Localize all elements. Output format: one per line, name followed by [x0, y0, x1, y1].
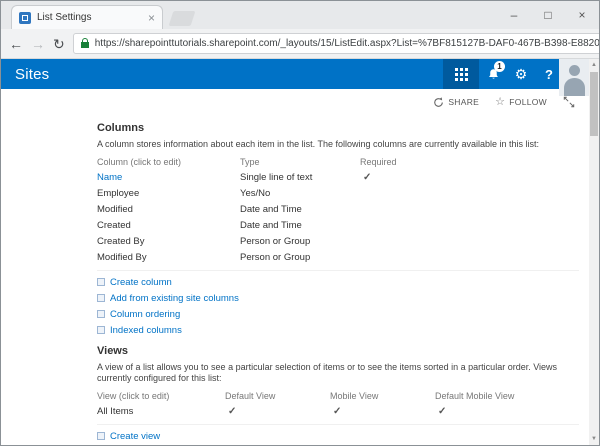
- column-type: Person or Group: [240, 250, 360, 266]
- required-check: [360, 234, 589, 250]
- create-column-link[interactable]: Create column: [97, 274, 579, 290]
- create-view-link-text[interactable]: Create view: [110, 431, 160, 442]
- scrollbar[interactable]: ▲ ▼: [589, 59, 599, 445]
- views-section-title: Views: [97, 344, 589, 358]
- required-check: [360, 202, 589, 218]
- share-button[interactable]: SHARE: [433, 97, 479, 108]
- maximize-button[interactable]: □: [531, 1, 565, 29]
- forward-button[interactable]: →: [31, 37, 45, 51]
- column-type: Single line of text: [240, 170, 360, 186]
- sites-title[interactable]: Sites: [15, 66, 49, 83]
- views-table-header: View (click to edit) Default View Mobile…: [97, 390, 589, 402]
- new-tab-button[interactable]: [169, 11, 196, 26]
- table-row: Modified By Person or Group: [97, 250, 589, 266]
- share-label: SHARE: [448, 97, 479, 107]
- mobile-view-check: ✓: [330, 404, 435, 420]
- column-type: Date and Time: [240, 202, 360, 218]
- table-row: Created By Person or Group: [97, 234, 589, 250]
- follow-label: FOLLOW: [509, 97, 547, 107]
- notification-badge: 1: [494, 61, 505, 72]
- page-content: Columns A column stores information abou…: [1, 115, 589, 445]
- page-action-bar: SHARE ☆ FOLLOW: [1, 89, 599, 115]
- column-ordering-icon: [97, 310, 105, 318]
- views-description: A view of a list allows you to see a par…: [97, 362, 579, 384]
- views-header-default: Default View: [225, 390, 330, 402]
- focus-on-content-icon[interactable]: [563, 96, 575, 108]
- tab-favicon-icon: [19, 12, 31, 24]
- window-controls: – □ ×: [497, 1, 599, 29]
- column-link-created[interactable]: Created: [97, 218, 240, 234]
- column-type: Date and Time: [240, 218, 360, 234]
- columns-table-header: Column (click to edit) Type Required: [97, 156, 589, 168]
- browser-tab[interactable]: List Settings ×: [11, 5, 163, 29]
- add-from-existing-site-columns-link[interactable]: Add from existing site columns: [97, 290, 579, 306]
- default-mobile-view-check: ✓: [435, 404, 589, 420]
- column-link-name[interactable]: Name: [97, 170, 240, 186]
- waffle-icon: [455, 68, 468, 81]
- app-launcher-button[interactable]: [443, 59, 479, 89]
- views-header-view: View (click to edit): [97, 390, 225, 402]
- url-text[interactable]: https://sharepointtutorials.sharepoint.c…: [95, 38, 600, 49]
- views-header-mobile: Mobile View: [330, 390, 435, 402]
- column-link-modified-by[interactable]: Modified By: [97, 250, 240, 266]
- columns-description: A column stores information about each i…: [97, 139, 579, 150]
- scroll-down-icon[interactable]: ▼: [589, 433, 599, 445]
- required-check: [360, 186, 589, 202]
- columns-section-title: Columns: [97, 121, 589, 135]
- settings-gear-icon[interactable]: ⚙: [507, 59, 535, 89]
- indexed-columns-icon: [97, 326, 105, 334]
- create-view-link[interactable]: Create view: [97, 428, 579, 444]
- columns-header-type: Type: [240, 156, 360, 168]
- view-link-all-items[interactable]: All Items: [97, 404, 225, 420]
- column-ordering-link[interactable]: Column ordering: [97, 306, 579, 322]
- follow-star-icon: ☆: [495, 97, 505, 108]
- browser-titlebar: List Settings × – □ ×: [1, 1, 599, 29]
- column-ordering-link-text[interactable]: Column ordering: [110, 309, 180, 320]
- views-links: Create view: [97, 424, 579, 444]
- table-row: Modified Date and Time: [97, 202, 589, 218]
- scroll-up-icon[interactable]: ▲: [589, 59, 599, 71]
- share-icon: [433, 97, 444, 108]
- column-link-created-by[interactable]: Created By: [97, 234, 240, 250]
- required-check: [360, 218, 589, 234]
- required-check: [360, 250, 589, 266]
- create-column-icon: [97, 278, 105, 286]
- padlock-icon: [81, 42, 89, 48]
- scrollbar-thumb[interactable]: [590, 72, 598, 136]
- indexed-columns-link[interactable]: Indexed columns: [97, 322, 579, 338]
- back-button[interactable]: ←: [9, 37, 23, 51]
- suite-bar: Sites 1 ⚙ ?: [1, 59, 599, 89]
- add-existing-columns-icon: [97, 294, 105, 302]
- columns-links: Create column Add from existing site col…: [97, 270, 579, 338]
- notifications-bell-button[interactable]: 1: [479, 59, 507, 89]
- follow-button[interactable]: ☆ FOLLOW: [495, 97, 547, 108]
- columns-header-required: Required: [360, 156, 589, 168]
- browser-window: List Settings × – □ × ← → ↻ https://shar…: [0, 0, 600, 446]
- table-row: Employee Yes/No: [97, 186, 589, 202]
- required-check: ✓: [360, 170, 589, 186]
- columns-header-name: Column (click to edit): [97, 156, 240, 168]
- address-bar[interactable]: https://sharepointtutorials.sharepoint.c…: [73, 33, 600, 54]
- minimize-button[interactable]: –: [497, 1, 531, 29]
- close-window-button[interactable]: ×: [565, 1, 599, 29]
- refresh-button[interactable]: ↻: [53, 37, 65, 51]
- table-row: Name Single line of text ✓: [97, 170, 589, 186]
- column-type: Yes/No: [240, 186, 360, 202]
- column-link-modified[interactable]: Modified: [97, 202, 240, 218]
- tab-title: List Settings: [37, 12, 142, 23]
- add-existing-columns-link-text[interactable]: Add from existing site columns: [110, 293, 239, 304]
- tab-close-icon[interactable]: ×: [148, 12, 155, 24]
- create-column-link-text[interactable]: Create column: [110, 277, 172, 288]
- create-view-icon: [97, 432, 105, 440]
- user-avatar[interactable]: [559, 59, 589, 96]
- browser-toolbar: ← → ↻ https://sharepointtutorials.sharep…: [1, 29, 599, 59]
- indexed-columns-link-text[interactable]: Indexed columns: [110, 325, 182, 336]
- table-row: All Items ✓ ✓ ✓: [97, 404, 589, 420]
- table-row: Created Date and Time: [97, 218, 589, 234]
- column-link-employee[interactable]: Employee: [97, 186, 240, 202]
- default-view-check: ✓: [225, 404, 330, 420]
- column-type: Person or Group: [240, 234, 360, 250]
- views-header-default-mobile: Default Mobile View: [435, 390, 589, 402]
